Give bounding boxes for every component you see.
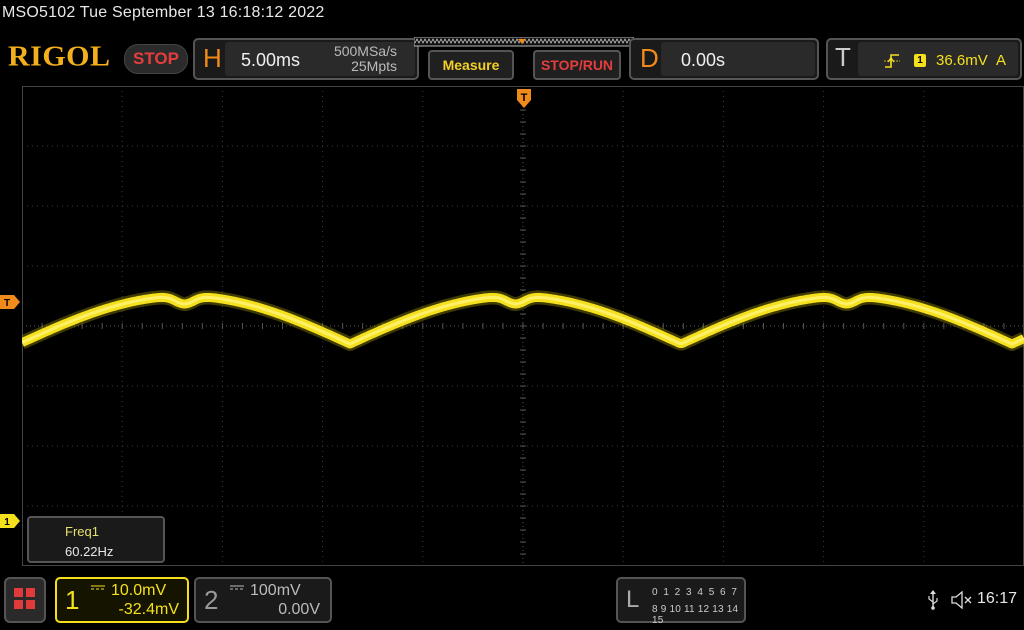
trigger-inner: 1 36.6mV A: [858, 42, 1018, 76]
channel1-offset: -32.4mV: [118, 601, 179, 618]
menu-grid-icon: [14, 600, 23, 609]
graticule: [22, 86, 1024, 566]
frequency-measurement[interactable]: Freq1 60.22Hz: [27, 516, 165, 563]
status-clock: 16:17: [977, 590, 1018, 607]
rigol-logo: RIGOL: [8, 40, 111, 73]
memory-position-strip: [414, 37, 634, 47]
measurement-name: Freq1: [65, 524, 99, 539]
menu-grid-icon: [26, 588, 35, 597]
channel1-number: 1: [65, 585, 80, 615]
measurement-value: 60.22Hz: [65, 544, 114, 559]
sample-info: 500MSa/s 25Mpts: [334, 44, 397, 74]
channel1-panel[interactable]: 1 10.0mV -32.4mV: [55, 577, 189, 623]
timebase-value: 5.00ms: [241, 50, 301, 70]
channel1-scale: 10.0mV: [111, 582, 167, 599]
channel2-number: 2: [204, 585, 219, 615]
channel2-offset: 0.00V: [278, 601, 320, 618]
memory-depth: 25Mpts: [351, 58, 397, 74]
logic-panel[interactable]: L 0 1 2 3 4 5 6 7 8 9 10 11 12 13 14 15: [616, 577, 746, 626]
channel2-scale: 100mV: [250, 582, 301, 599]
channel1-ground-label: 1: [4, 517, 10, 528]
trigger-position-label: T: [521, 92, 528, 104]
main-menu-button[interactable]: [4, 577, 46, 623]
trigger-position-marker[interactable]: T: [516, 88, 532, 110]
trigger-panel[interactable]: T 1 36.6mV A: [826, 38, 1022, 80]
delay-value: 0.00s: [681, 50, 726, 70]
speaker-muted-icon[interactable]: [950, 590, 974, 610]
horizontal-panel[interactable]: H 5.00ms 500MSa/s 25Mpts: [193, 38, 419, 80]
trigger-source-badge: 1: [914, 54, 926, 67]
channel2-panel[interactable]: 2 100mV 0.00V: [194, 577, 332, 623]
trigger-letter: T: [835, 42, 851, 72]
waveform-display[interactable]: [22, 86, 1024, 566]
logic-channels-high: 8 9 10 11 12 13 14 15: [652, 604, 739, 626]
usb-icon: [928, 590, 938, 610]
delay-inner: 0.00s: [661, 42, 815, 76]
trigger-level-marker[interactable]: T: [0, 295, 20, 309]
horizontal-letter: H: [203, 43, 222, 73]
sample-rate: 500MSa/s: [333, 43, 397, 59]
dc-coupling-icon: [230, 585, 244, 590]
menu-grid-icon: [26, 600, 35, 609]
dc-coupling-icon: [91, 585, 105, 590]
stop-run-button[interactable]: STOP/RUN: [533, 50, 621, 80]
trigger-level-label: T: [4, 298, 10, 309]
trigger-mode: A: [995, 52, 1006, 69]
title-line: MSO5102 Tue September 13 16:18:12 2022: [2, 4, 325, 21]
delay-panel[interactable]: D 0.00s: [629, 38, 819, 80]
trigger-level: 36.6mV: [936, 52, 988, 69]
horizontal-inner: 5.00ms 500MSa/s 25Mpts: [225, 42, 415, 76]
logic-channels-low: 0 1 2 3 4 5 6 7: [652, 587, 739, 598]
measure-button[interactable]: Measure: [428, 50, 514, 80]
logic-letter: L: [626, 586, 640, 613]
rising-edge-icon: [884, 54, 900, 68]
menu-grid-icon: [14, 588, 23, 597]
delay-letter: D: [640, 43, 659, 73]
run-state-badge[interactable]: STOP: [124, 44, 188, 74]
channel1-ground-marker[interactable]: 1: [0, 514, 20, 528]
